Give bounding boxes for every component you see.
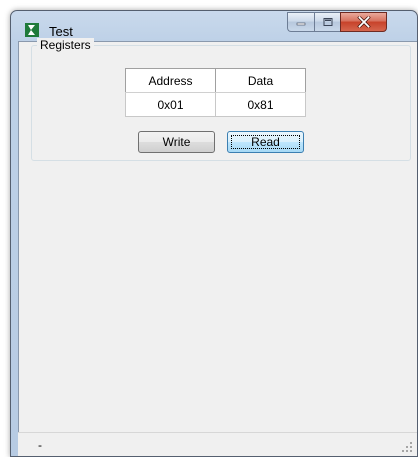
- column-header-address[interactable]: Address: [125, 68, 216, 93]
- read-button[interactable]: Read: [227, 131, 304, 153]
- resize-grip-icon[interactable]: [401, 441, 413, 453]
- registers-grid: Address Data 0x01 0x81: [125, 68, 306, 117]
- minimize-button[interactable]: [287, 12, 314, 32]
- data-cell[interactable]: 0x81: [215, 92, 306, 117]
- address-cell[interactable]: 0x01: [125, 92, 216, 117]
- close-button[interactable]: [340, 12, 387, 32]
- write-button[interactable]: Write: [138, 131, 215, 153]
- write-button-label: Write: [162, 135, 191, 149]
- minimize-icon: [296, 22, 306, 26]
- caption-buttons: [287, 12, 413, 32]
- registers-group-label: Registers: [37, 38, 94, 52]
- column-header-data[interactable]: Data: [215, 68, 306, 93]
- title-bar[interactable]: Test: [11, 11, 417, 41]
- table-row: 0x01 0x81: [125, 92, 306, 117]
- close-icon: [357, 16, 370, 28]
- status-text: -: [38, 438, 42, 452]
- app-logo-icon: [25, 23, 39, 37]
- read-button-label: Read: [251, 135, 280, 149]
- maximize-button[interactable]: [314, 12, 340, 32]
- status-bar: -: [18, 432, 417, 456]
- window-title: Test: [49, 24, 73, 39]
- grid-header-row: Address Data: [125, 68, 306, 93]
- maximize-icon: [323, 18, 332, 26]
- app-window: Test Registers Address Data 0x01 0x81 Wr…: [10, 10, 418, 457]
